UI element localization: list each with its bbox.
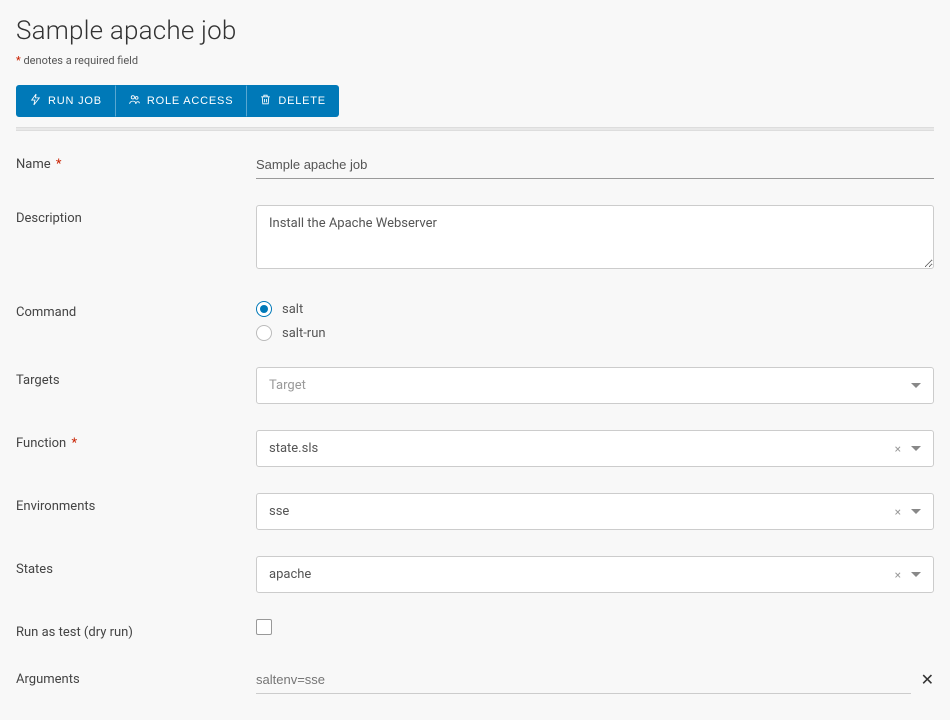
chevron-down-icon: [911, 509, 921, 514]
action-toolbar: RUN JOB ROLE ACCESS DELETE: [16, 85, 934, 117]
label-function-text: Function: [16, 436, 66, 451]
required-asterisk: *: [53, 157, 62, 172]
role-access-label: ROLE ACCESS: [147, 95, 233, 107]
targets-select[interactable]: Target: [256, 367, 934, 404]
bolt-icon: [29, 93, 42, 109]
row-command: Command salt salt-run: [16, 299, 934, 341]
row-run-test: Run as test (dry run): [16, 619, 934, 640]
required-field-note: * denotes a required field: [16, 54, 934, 67]
label-name-text: Name: [16, 157, 51, 172]
run-job-button[interactable]: RUN JOB: [16, 85, 115, 117]
radio-icon: [256, 325, 272, 341]
label-run-test: Run as test (dry run): [16, 619, 256, 640]
argument-input[interactable]: [256, 666, 911, 694]
row-description: Description Install the Apache Webserver: [16, 205, 934, 273]
states-select[interactable]: apache ×: [256, 556, 934, 593]
required-asterisk: *: [68, 436, 77, 451]
description-textarea[interactable]: Install the Apache Webserver: [256, 205, 934, 269]
chevron-down-icon: [911, 446, 921, 451]
run-test-checkbox[interactable]: [256, 619, 272, 635]
remove-argument-icon[interactable]: ✕: [921, 672, 934, 688]
trash-icon: [259, 93, 272, 109]
radio-salt-run-label: salt-run: [282, 326, 326, 341]
label-environments: Environments: [16, 493, 256, 514]
function-select[interactable]: state.sls ×: [256, 430, 934, 467]
chevron-down-icon: [911, 383, 921, 388]
label-description: Description: [16, 205, 256, 226]
label-states: States: [16, 556, 256, 577]
label-function: Function *: [16, 430, 256, 451]
role-access-button[interactable]: ROLE ACCESS: [115, 85, 246, 117]
delete-label: DELETE: [278, 95, 326, 107]
states-value: apache: [269, 567, 311, 582]
radio-salt-run[interactable]: salt-run: [256, 325, 934, 341]
row-targets: Targets Target: [16, 367, 934, 404]
label-command: Command: [16, 299, 256, 320]
name-input[interactable]: [256, 151, 934, 179]
users-icon: [128, 93, 141, 109]
clear-icon[interactable]: ×: [895, 568, 901, 582]
row-function: Function * state.sls ×: [16, 430, 934, 467]
section-divider: [16, 127, 934, 131]
label-name: Name *: [16, 151, 256, 172]
row-arguments: Arguments ✕: [16, 666, 934, 694]
label-arguments: Arguments: [16, 666, 256, 687]
environments-value: sse: [269, 504, 289, 519]
required-note-text: denotes a required field: [21, 54, 138, 67]
chevron-down-icon: [911, 572, 921, 577]
clear-icon[interactable]: ×: [895, 442, 901, 456]
radio-icon: [256, 301, 272, 317]
row-environments: Environments sse ×: [16, 493, 934, 530]
row-name: Name *: [16, 151, 934, 179]
environments-select[interactable]: sse ×: [256, 493, 934, 530]
label-targets: Targets: [16, 367, 256, 388]
radio-salt[interactable]: salt: [256, 301, 934, 317]
radio-salt-label: salt: [282, 302, 303, 317]
targets-placeholder: Target: [269, 378, 306, 393]
delete-button[interactable]: DELETE: [246, 85, 339, 117]
function-value: state.sls: [269, 441, 318, 456]
run-job-label: RUN JOB: [48, 95, 102, 107]
page-title: Sample apache job: [16, 16, 934, 46]
clear-icon[interactable]: ×: [895, 505, 901, 519]
row-states: States apache ×: [16, 556, 934, 593]
